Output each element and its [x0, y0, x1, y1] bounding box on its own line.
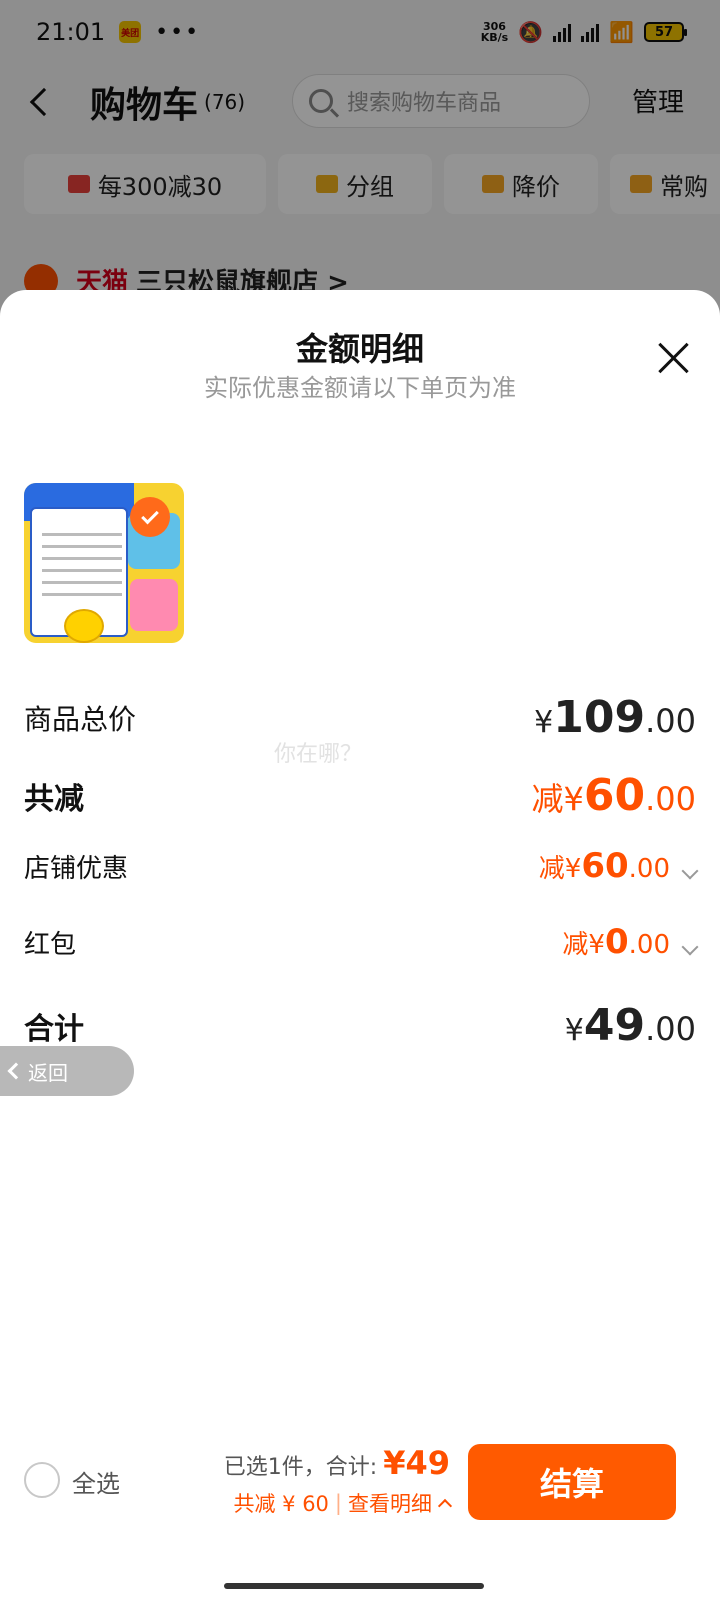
row-label: 共减: [24, 781, 84, 817]
back-button[interactable]: 返回: [0, 1046, 134, 1096]
close-icon[interactable]: [656, 340, 692, 376]
value-prefix: 减¥: [531, 780, 584, 818]
row-value: ¥ 109 .00: [534, 692, 696, 743]
row-label: 商品总价: [24, 702, 137, 736]
selected-text: 已选1件，合计:: [223, 1455, 378, 1480]
checkout-bar: 全选 已选1件，合计: ¥49 共减 ¥ 60 | 查看明细 结算: [0, 1430, 720, 1540]
row-sum: 合计 ¥ 49 .00: [24, 1000, 696, 1051]
row-store-coupon[interactable]: 店铺优惠 减¥ 60 .00: [24, 846, 699, 886]
value-prefix: ¥: [564, 1013, 584, 1048]
row-value: ¥ 49 .00: [565, 1000, 696, 1051]
total-price: ¥49: [383, 1444, 450, 1482]
value-decimal: .00: [645, 1010, 696, 1048]
amount-detail-sheet: 金额明细 实际优惠金额请以下单页为准 商品总价 ¥ 109 .00 共减 减¥ …: [0, 290, 720, 1600]
value-main: 60: [583, 770, 646, 821]
value-main: 60: [581, 846, 629, 886]
selected-check-icon[interactable]: [130, 497, 170, 537]
view-detail-label: 查看明细: [348, 1492, 432, 1516]
value-decimal: .00: [645, 780, 696, 818]
sheet-subtitle: 实际优惠金额请以下单页为准: [204, 374, 516, 402]
row-value: 减¥ 60 .00: [532, 770, 697, 821]
row-label: 店铺优惠: [24, 853, 129, 884]
chevron-up-icon: [437, 1498, 453, 1514]
product-thumbnail[interactable]: [24, 483, 184, 643]
home-indicator[interactable]: [224, 1583, 484, 1589]
value-prefix: 减¥: [538, 854, 582, 884]
row-label: 红包: [24, 929, 77, 960]
value-main: 0: [604, 922, 629, 962]
value-decimal: .00: [645, 702, 696, 740]
value-prefix: ¥: [534, 705, 554, 740]
sheet-title: 金额明细: [295, 330, 424, 368]
value-main: 109: [553, 692, 646, 743]
thumb-mascot: [64, 609, 104, 643]
select-all-label[interactable]: 全选: [72, 1464, 120, 1499]
row-label: 合计: [24, 1011, 84, 1047]
back-label: 返回: [28, 1060, 68, 1085]
row-red-packet[interactable]: 红包 减¥ 0 .00: [24, 922, 699, 962]
row-value: 减¥ 0 .00: [562, 922, 699, 962]
selected-summary: 已选1件，合计: ¥49: [224, 1444, 450, 1482]
discount-text: 共减 ¥ 60: [233, 1492, 329, 1516]
select-all-radio[interactable]: [24, 1462, 60, 1498]
value-decimal: .00: [628, 854, 670, 884]
value-prefix: 减¥: [562, 930, 605, 960]
value-main: 49: [583, 1000, 646, 1051]
chevron-left-icon: [7, 1062, 25, 1080]
watermark-text: 你在哪？: [274, 742, 363, 767]
dim-overlay[interactable]: [0, 0, 720, 320]
row-discount: 共减 减¥ 60 .00: [24, 770, 696, 821]
view-detail-link[interactable]: 共减 ¥ 60 | 查看明细: [233, 1488, 453, 1518]
thumb-side-panel-2: [130, 579, 178, 631]
value-decimal: .00: [628, 930, 670, 960]
chevron-down-icon[interactable]: [681, 938, 699, 956]
row-value: 减¥ 60 .00: [538, 846, 699, 886]
checkout-button[interactable]: 结算: [468, 1444, 676, 1520]
separator: |: [334, 1491, 342, 1515]
chevron-down-icon[interactable]: [681, 862, 699, 880]
